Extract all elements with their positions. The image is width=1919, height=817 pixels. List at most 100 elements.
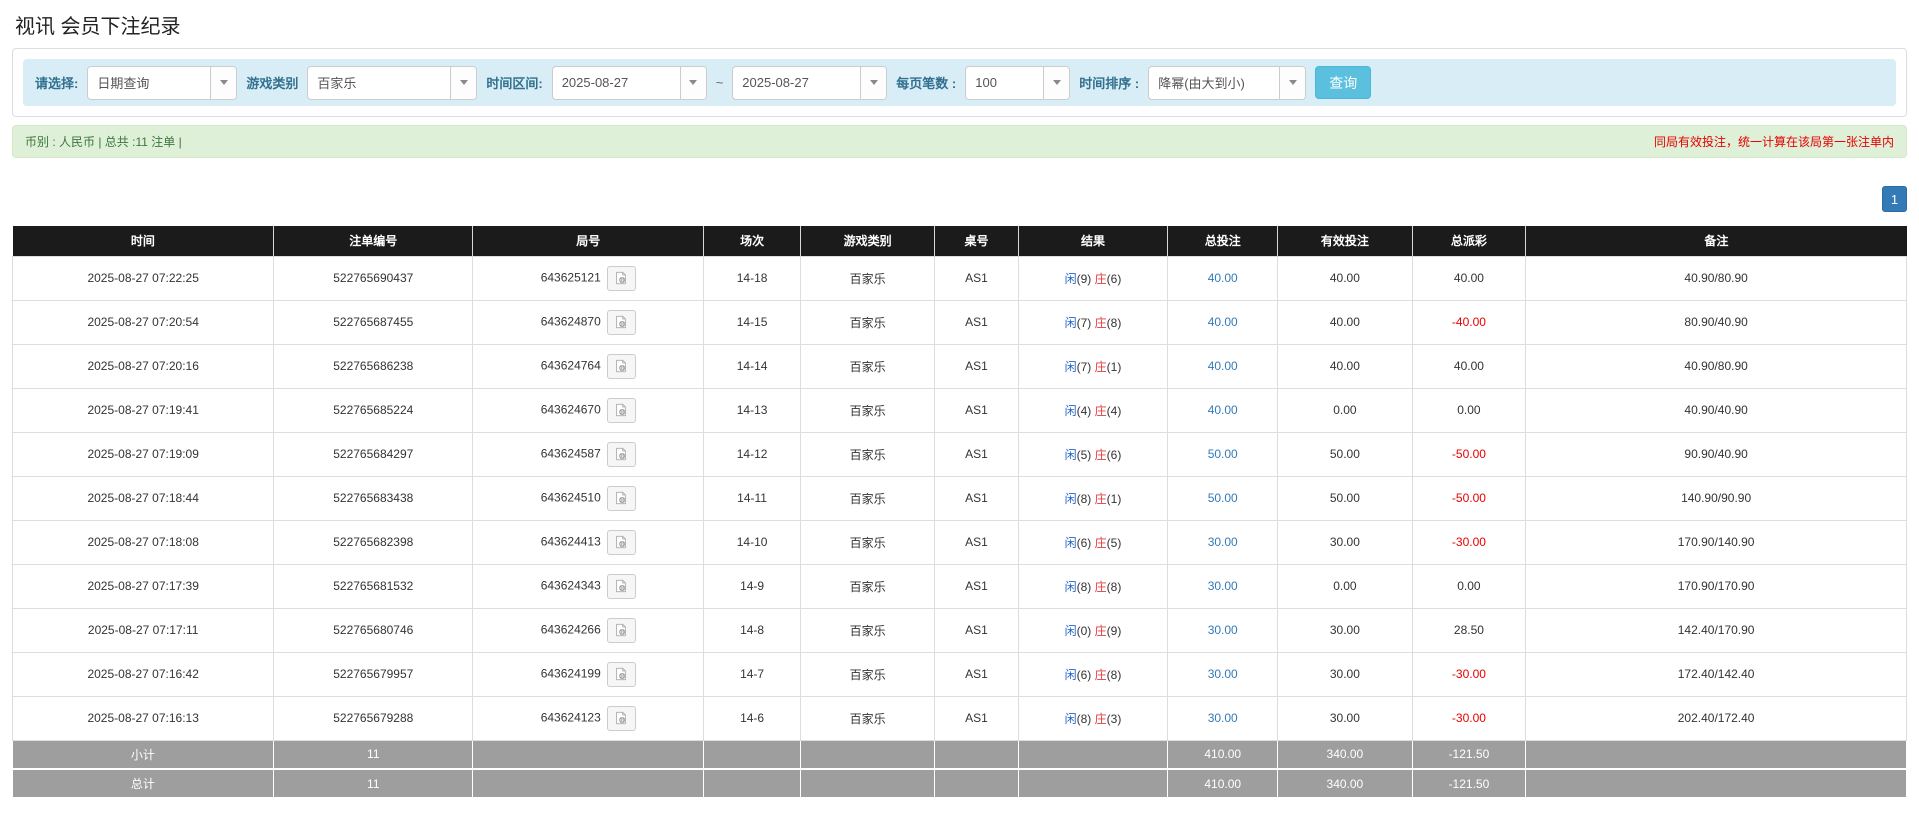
chevron-down-icon[interactable] xyxy=(1279,67,1305,99)
total-bet-link[interactable]: 40.00 xyxy=(1208,271,1238,285)
total-bet-link[interactable]: 50.00 xyxy=(1208,491,1238,505)
cell-result: 闲(6) 庄(5) xyxy=(1018,520,1168,564)
cell-table-number: AS1 xyxy=(935,608,1018,652)
search-button[interactable]: 查询 xyxy=(1315,66,1371,99)
banker-result: 庄 xyxy=(1095,448,1107,462)
cell-payout: 40.00 xyxy=(1412,344,1526,388)
pagination: 1 xyxy=(12,186,1907,212)
column-header-3: 场次 xyxy=(704,226,801,256)
cell-table-number: AS1 xyxy=(935,652,1018,696)
sort-order-label: 时间排序 : xyxy=(1079,73,1139,92)
payout-value: -50.00 xyxy=(1452,491,1486,505)
cell-time: 2025-08-27 07:17:39 xyxy=(13,564,274,608)
cell-valid-bet: 0.00 xyxy=(1278,564,1412,608)
cell-game-type: 百家乐 xyxy=(800,256,934,300)
cell-result: 闲(8) 庄(8) xyxy=(1018,564,1168,608)
video-replay-button[interactable] xyxy=(607,398,636,423)
cell-remark: 140.90/90.90 xyxy=(1526,476,1907,520)
total-cell-3 xyxy=(704,769,801,798)
cell-bet-id: 522765679288 xyxy=(274,696,473,740)
player-result: 闲 xyxy=(1065,492,1077,506)
sort-order-select[interactable]: 降幂(由大到小) xyxy=(1148,66,1306,100)
cell-round: 643624670 xyxy=(473,388,704,432)
cell-payout: 0.00 xyxy=(1412,388,1526,432)
video-replay-button[interactable] xyxy=(607,530,636,555)
total-bet-link[interactable]: 30.00 xyxy=(1208,579,1238,593)
date-to-value: 2025-08-27 xyxy=(733,67,860,99)
banker-result: 庄 xyxy=(1095,624,1107,638)
total-bet-link[interactable]: 40.00 xyxy=(1208,315,1238,329)
video-replay-button[interactable] xyxy=(607,310,636,335)
total-bet-link[interactable]: 30.00 xyxy=(1208,667,1238,681)
table-row: 2025-08-27 07:17:11522765680746643624266… xyxy=(13,608,1907,652)
video-replay-button[interactable] xyxy=(607,354,636,379)
cell-table-number: AS1 xyxy=(935,476,1018,520)
total-bet-link[interactable]: 40.00 xyxy=(1208,403,1238,417)
cell-bet-id: 522765681532 xyxy=(274,564,473,608)
date-from-select[interactable]: 2025-08-27 xyxy=(552,66,707,100)
video-replay-button[interactable] xyxy=(607,662,636,687)
column-header-4: 游戏类别 xyxy=(800,226,934,256)
table-row: 2025-08-27 07:16:13522765679288643624123… xyxy=(13,696,1907,740)
video-replay-button[interactable] xyxy=(607,266,636,291)
cell-valid-bet: 50.00 xyxy=(1278,432,1412,476)
cell-result: 闲(9) 庄(6) xyxy=(1018,256,1168,300)
payout-value: 40.00 xyxy=(1454,271,1484,285)
cell-round: 643624764 xyxy=(473,344,704,388)
banker-result: 庄 xyxy=(1095,668,1107,682)
chevron-down-icon[interactable] xyxy=(210,67,236,99)
total-bet-link[interactable]: 30.00 xyxy=(1208,711,1238,725)
total-cell-5 xyxy=(935,769,1018,798)
date-from-value: 2025-08-27 xyxy=(553,67,680,99)
chevron-down-icon[interactable] xyxy=(680,67,706,99)
cell-total-bet: 30.00 xyxy=(1168,608,1278,652)
total-bet-link[interactable]: 30.00 xyxy=(1208,623,1238,637)
table-row: 2025-08-27 07:18:44522765683438643624510… xyxy=(13,476,1907,520)
video-replay-button[interactable] xyxy=(607,706,636,731)
player-result: 闲 xyxy=(1065,712,1077,726)
filter-bar: 请选择: 日期查询 游戏类别 百家乐 时间区间: 2025-08-27 ~ 20… xyxy=(23,59,1896,106)
subtotal-row: 小计11410.00340.00-121.50 xyxy=(13,740,1907,769)
total-bet-link[interactable]: 50.00 xyxy=(1208,447,1238,461)
table-row: 2025-08-27 07:17:39522765681532643624343… xyxy=(13,564,1907,608)
cell-round: 643624413 xyxy=(473,520,704,564)
total-bet-link[interactable]: 40.00 xyxy=(1208,359,1238,373)
cell-total-bet: 40.00 xyxy=(1168,388,1278,432)
cell-bet-id: 522765685224 xyxy=(274,388,473,432)
cell-round: 643624510 xyxy=(473,476,704,520)
query-type-select[interactable]: 日期查询 xyxy=(87,66,237,100)
chevron-down-icon[interactable] xyxy=(450,67,476,99)
subtotal-cell-9: -121.50 xyxy=(1412,740,1526,769)
video-replay-button[interactable] xyxy=(607,442,636,467)
total-bet-link[interactable]: 30.00 xyxy=(1208,535,1238,549)
chevron-down-icon[interactable] xyxy=(860,67,886,99)
cell-time: 2025-08-27 07:16:42 xyxy=(13,652,274,696)
cell-session: 14-11 xyxy=(704,476,801,520)
cell-round: 643624266 xyxy=(473,608,704,652)
cell-total-bet: 40.00 xyxy=(1168,256,1278,300)
cell-valid-bet: 30.00 xyxy=(1278,652,1412,696)
cell-total-bet: 40.00 xyxy=(1168,300,1278,344)
video-replay-icon xyxy=(614,623,628,637)
table-row: 2025-08-27 07:16:42522765679957643624199… xyxy=(13,652,1907,696)
column-header-7: 总投注 xyxy=(1168,226,1278,256)
page-size-select[interactable]: 100 xyxy=(965,66,1070,100)
video-replay-button[interactable] xyxy=(607,618,636,643)
player-result: 闲 xyxy=(1065,536,1077,550)
payout-value: -30.00 xyxy=(1452,535,1486,549)
date-to-select[interactable]: 2025-08-27 xyxy=(732,66,887,100)
cell-valid-bet: 30.00 xyxy=(1278,696,1412,740)
video-replay-button[interactable] xyxy=(607,486,636,511)
video-replay-button[interactable] xyxy=(607,574,636,599)
cell-bet-id: 522765690437 xyxy=(274,256,473,300)
table-body: 2025-08-27 07:22:25522765690437643625121… xyxy=(13,256,1907,740)
total-cell-9: -121.50 xyxy=(1412,769,1526,798)
pagination-page-1[interactable]: 1 xyxy=(1882,186,1907,212)
cell-result: 闲(5) 庄(6) xyxy=(1018,432,1168,476)
game-type-select[interactable]: 百家乐 xyxy=(307,66,477,100)
chevron-down-icon[interactable] xyxy=(1043,67,1069,99)
cell-round: 643624343 xyxy=(473,564,704,608)
player-result: 闲 xyxy=(1065,272,1077,286)
banker-result: 庄 xyxy=(1095,712,1107,726)
payout-value: -40.00 xyxy=(1452,315,1486,329)
